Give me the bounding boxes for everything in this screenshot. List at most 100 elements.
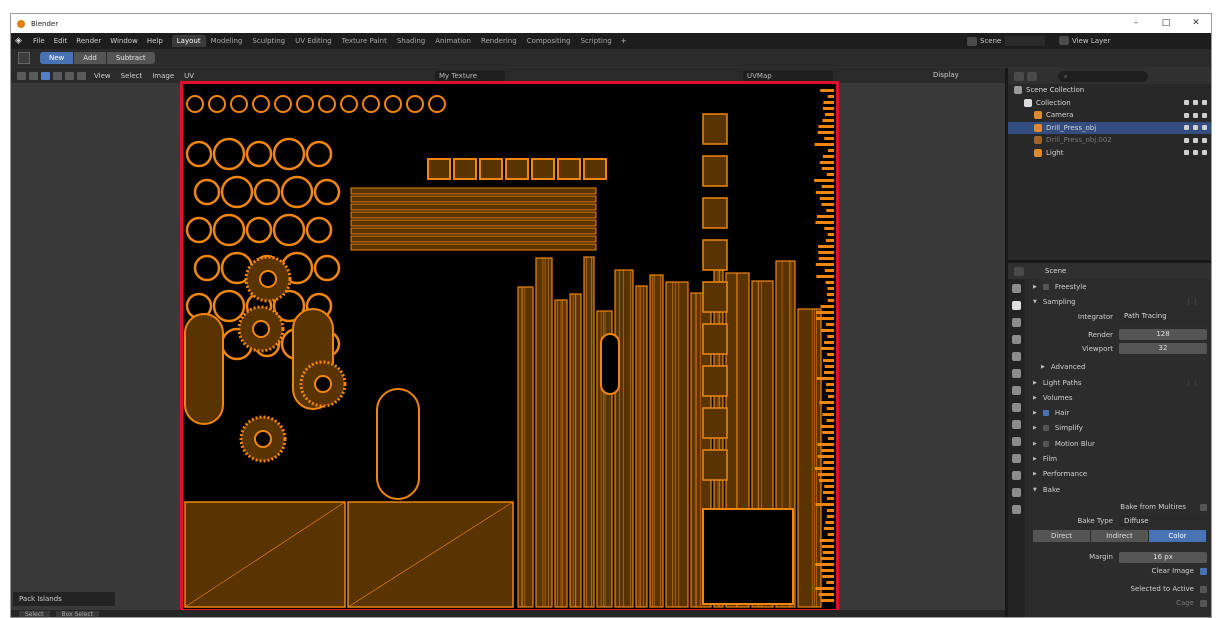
panel-checkbox[interactable]: [1042, 440, 1049, 447]
eye-icon[interactable]: [1193, 112, 1198, 118]
outliner-row[interactable]: Collection: [1008, 97, 1211, 110]
outliner-row[interactable]: Drill_Press_obj: [1008, 121, 1211, 134]
panel-sampling[interactable]: ▼ Sampling ⋮⋮: [1027, 294, 1211, 309]
select-new-button[interactable]: New: [40, 52, 74, 64]
view-layer-selector[interactable]: View Layer: [1059, 36, 1110, 45]
particles-tab-icon[interactable]: [1012, 420, 1021, 429]
physics-tab-icon[interactable]: [1012, 437, 1021, 446]
outliner-search-input[interactable]: ⌕: [1058, 70, 1148, 82]
menu-window[interactable]: Window: [110, 37, 138, 45]
material-tab-icon[interactable]: [1012, 488, 1021, 497]
tab-rendering[interactable]: Rendering: [476, 35, 522, 47]
tab-texture-paint[interactable]: Texture Paint: [337, 35, 392, 47]
drag-grip-icon[interactable]: ⋮⋮: [1185, 298, 1199, 306]
minimize-button[interactable]: –: [1121, 14, 1151, 33]
integrator-dropdown[interactable]: Path Tracing: [1119, 311, 1207, 323]
indirect-toggle[interactable]: Indirect: [1091, 530, 1148, 543]
drag-grip-icon[interactable]: ⋮⋮: [1185, 379, 1199, 387]
select-tool-icon[interactable]: [18, 52, 30, 64]
world-tab-icon[interactable]: [1012, 369, 1021, 378]
outliner-row[interactable]: Light: [1008, 147, 1211, 160]
panel-advanced[interactable]: ▶ Advanced: [1027, 360, 1211, 375]
panel-simplify[interactable]: ▶ Simplify: [1027, 421, 1211, 436]
editor-type-icon[interactable]: [1014, 266, 1024, 276]
face-select-icon[interactable]: [65, 71, 74, 80]
panel-checkbox[interactable]: [1042, 425, 1049, 432]
eye-icon[interactable]: [1193, 100, 1198, 106]
camera-render-icon[interactable]: [1202, 150, 1207, 156]
bake-from-multires-checkbox[interactable]: [1200, 503, 1207, 511]
visibility-toggles[interactable]: [1184, 125, 1207, 131]
object-tab-icon[interactable]: [1012, 386, 1021, 395]
eye-icon[interactable]: [1193, 150, 1198, 156]
panel-performance[interactable]: ▶ Performance: [1027, 467, 1211, 482]
menu-file[interactable]: File: [33, 37, 45, 45]
render-tab-icon[interactable]: [1012, 301, 1021, 310]
editor-type-icon[interactable]: [1014, 71, 1024, 81]
tool-tab-icon[interactable]: [1012, 284, 1021, 293]
eye-icon[interactable]: [1193, 137, 1198, 143]
select-toggle-icon[interactable]: [1184, 150, 1189, 156]
tab-uv-editing[interactable]: UV Editing: [290, 35, 337, 47]
eye-icon[interactable]: [1193, 125, 1198, 131]
panel-bake[interactable]: ▼ Bake: [1027, 482, 1211, 497]
panel-light-paths[interactable]: ▶ Light Paths ⋮⋮: [1027, 375, 1211, 390]
color-toggle[interactable]: Color: [1149, 530, 1206, 543]
panel-freestyle[interactable]: ▶ Freestyle: [1027, 279, 1211, 294]
tab-compositing[interactable]: Compositing: [522, 35, 576, 47]
camera-render-icon[interactable]: [1202, 100, 1207, 106]
constraints-tab-icon[interactable]: [1012, 454, 1021, 463]
menu-uv[interactable]: UV: [184, 72, 194, 80]
display-menu[interactable]: Display: [933, 71, 959, 79]
select-add-button[interactable]: Add: [74, 52, 106, 64]
close-button[interactable]: ✕: [1181, 14, 1211, 33]
panel-film[interactable]: ▶ Film: [1027, 451, 1211, 466]
visibility-toggles[interactable]: [1184, 150, 1207, 156]
data-tab-icon[interactable]: [1012, 471, 1021, 480]
render-samples-field[interactable]: 128: [1119, 329, 1207, 341]
select-toggle-icon[interactable]: [1184, 100, 1189, 106]
editor-type-icon[interactable]: [17, 71, 26, 80]
tab-sculpting[interactable]: Sculpting: [247, 35, 290, 47]
menu-view[interactable]: View: [94, 72, 111, 80]
freestyle-checkbox[interactable]: [1042, 283, 1049, 290]
menu-edit[interactable]: Edit: [54, 37, 68, 45]
outliner-row[interactable]: Scene Collection: [1008, 84, 1211, 97]
add-workspace-button[interactable]: +: [621, 37, 627, 45]
camera-render-icon[interactable]: [1202, 137, 1207, 143]
panel-checkbox[interactable]: [1042, 410, 1049, 417]
texture-tab-icon[interactable]: [1012, 505, 1021, 514]
menu-help[interactable]: Help: [147, 37, 163, 45]
menu-select[interactable]: Select: [121, 72, 143, 80]
uv-layout-canvas[interactable]: [180, 81, 839, 612]
clear-image-checkbox[interactable]: [1200, 567, 1207, 575]
maximize-button[interactable]: □: [1151, 14, 1181, 33]
scene-selector[interactable]: Scene: [967, 36, 1046, 46]
bake-type-dropdown[interactable]: Diffuse: [1119, 515, 1207, 527]
scene-tab-icon[interactable]: [1012, 352, 1021, 361]
view-layer-tab-icon[interactable]: [1012, 335, 1021, 344]
panel-hair[interactable]: ▶ Hair: [1027, 405, 1211, 420]
select-subtract-button[interactable]: Subtract: [106, 52, 155, 64]
island-select-icon[interactable]: [77, 71, 86, 80]
sync-selection-icon[interactable]: [29, 71, 38, 80]
margin-field[interactable]: 16 px: [1119, 551, 1207, 563]
select-toggle-icon[interactable]: [1184, 137, 1189, 143]
viewport-samples-field[interactable]: 32: [1119, 343, 1207, 355]
image-name-field[interactable]: My Texture: [435, 71, 505, 81]
tab-shading[interactable]: Shading: [392, 35, 430, 47]
cage-checkbox[interactable]: [1200, 599, 1207, 607]
direct-toggle[interactable]: Direct: [1033, 530, 1090, 543]
camera-render-icon[interactable]: [1202, 112, 1207, 118]
select-toggle-icon[interactable]: [1184, 125, 1189, 131]
selected-to-active-checkbox[interactable]: [1200, 585, 1207, 593]
visibility-toggles[interactable]: [1184, 112, 1207, 118]
tab-modeling[interactable]: Modeling: [206, 35, 248, 47]
menu-image[interactable]: Image: [152, 72, 174, 80]
tab-layout[interactable]: Layout: [171, 35, 206, 47]
panel-volumes[interactable]: ▶ Volumes: [1027, 390, 1211, 405]
visibility-toggles[interactable]: [1184, 137, 1207, 143]
tab-scripting[interactable]: Scripting: [576, 35, 617, 47]
edge-select-icon[interactable]: [53, 71, 62, 80]
uv-map-field[interactable]: UVMap: [743, 71, 833, 81]
